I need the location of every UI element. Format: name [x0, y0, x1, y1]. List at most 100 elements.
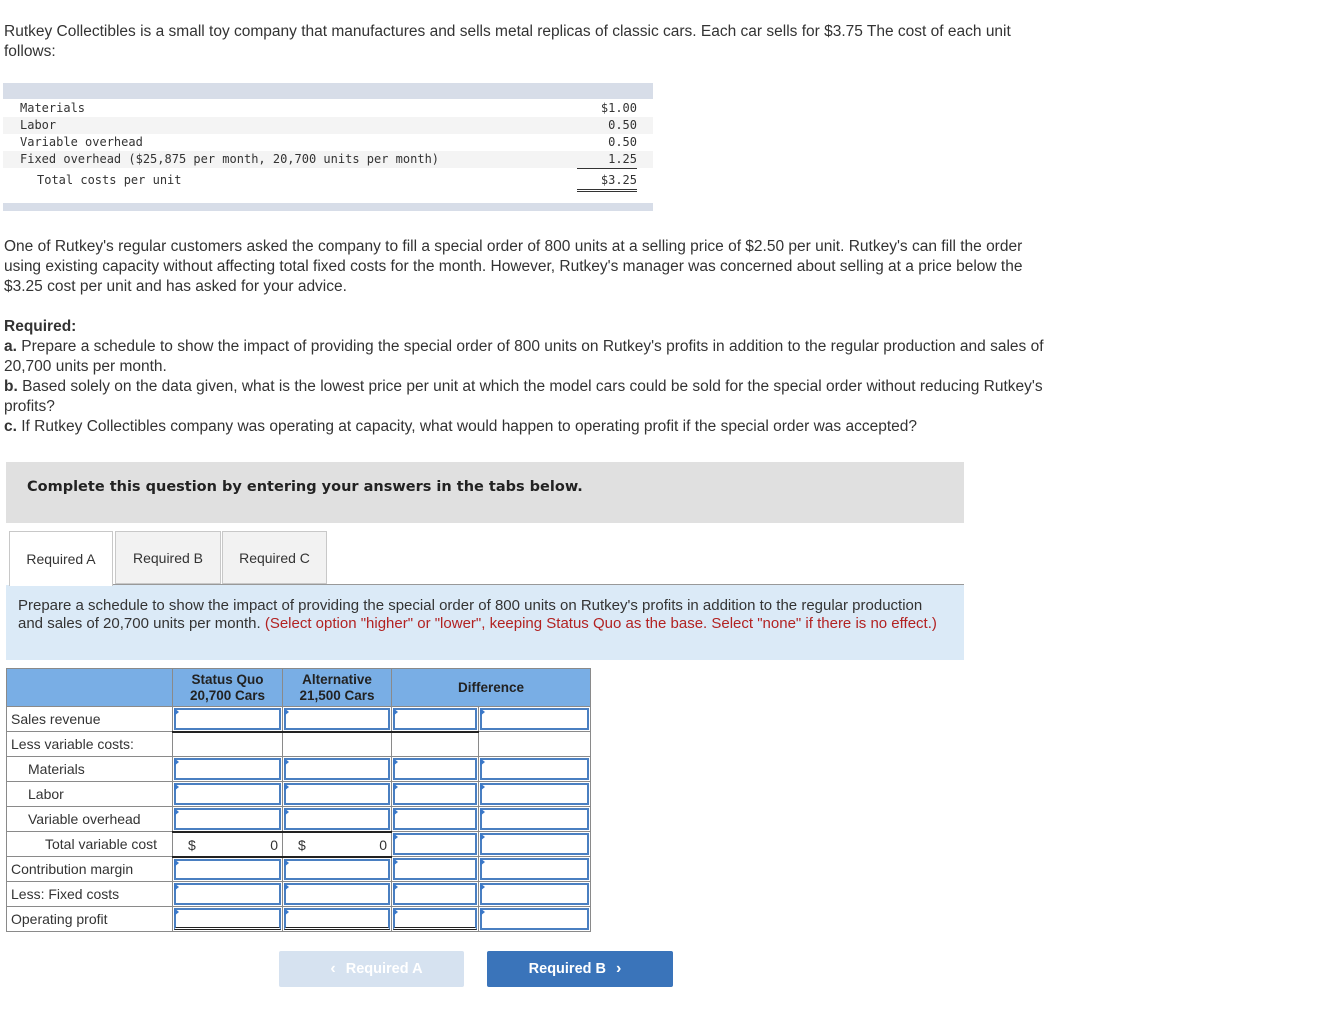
alternative-cell: [282, 906, 392, 932]
table-band-top: [3, 83, 653, 99]
prev-button-label: Required A: [345, 961, 423, 977]
cost-total-value: $3.25: [577, 172, 637, 192]
table-row: Operating profit: [6, 906, 591, 932]
difference-amount-input[interactable]: [393, 808, 477, 830]
difference-amount-input[interactable]: [393, 908, 477, 930]
alternative-input[interactable]: [284, 758, 390, 780]
difference-amount-cell: [391, 806, 479, 832]
difference-select-cell: [478, 781, 591, 807]
prev-required-a-button[interactable]: ‹ Required A: [279, 951, 464, 987]
intro-text: Rutkey Collectibles is a small toy compa…: [4, 23, 1011, 60]
status-quo-input[interactable]: [174, 808, 281, 830]
alternative-input[interactable]: [284, 908, 390, 930]
tab-label: Required C: [239, 549, 310, 566]
difference-select[interactable]: [480, 908, 589, 930]
alternative-input[interactable]: [284, 883, 390, 905]
row-label: Variable overhead: [6, 806, 173, 832]
alternative-cell: [282, 806, 392, 832]
alternative-cell: [282, 881, 392, 907]
header-text: 21,500 Cars: [299, 687, 375, 703]
row-label: Labor: [6, 781, 173, 807]
cost-label: Materials: [20, 101, 86, 115]
table-row: Materials: [6, 756, 591, 782]
row-label: Contribution margin: [6, 856, 173, 882]
status-quo-cell: [172, 856, 283, 882]
cost-total-label: Total costs per unit: [37, 173, 182, 187]
empty-cell: [391, 730, 479, 757]
difference-amount-cell: [391, 706, 479, 732]
difference-amount-input[interactable]: [393, 708, 477, 730]
row-label: Materials: [6, 756, 173, 782]
table-row: Total variable cost $ 0 $ 0: [6, 830, 591, 858]
difference-amount-cell: [391, 756, 479, 782]
difference-amount-cell: [391, 831, 479, 857]
difference-select[interactable]: [480, 883, 589, 905]
empty-cell: [282, 730, 392, 757]
status-quo-input[interactable]: [174, 708, 281, 730]
required-text: If Rutkey Collectibles company was opera…: [16, 418, 918, 435]
alternative-input[interactable]: [284, 808, 390, 830]
alternative-input[interactable]: [284, 708, 390, 730]
tab-required-b[interactable]: Required B: [115, 531, 221, 584]
required-letter: b.: [4, 378, 18, 395]
difference-select[interactable]: [480, 758, 589, 780]
difference-amount-input[interactable]: [393, 833, 477, 855]
difference-select[interactable]: [480, 808, 589, 830]
difference-amount-input[interactable]: [393, 883, 477, 905]
row-label: Less variable costs:: [6, 731, 173, 757]
status-quo-cell: [172, 706, 283, 732]
tab-label: Required A: [26, 551, 96, 567]
difference-select-cell: [478, 856, 591, 882]
required-section: Required: a. Prepare a schedule to show …: [4, 317, 1064, 437]
difference-amount-input[interactable]: [393, 783, 477, 805]
table-row: Less variable costs:: [6, 730, 591, 757]
status-quo-input[interactable]: [174, 858, 281, 880]
status-quo-input[interactable]: [174, 758, 281, 780]
table-row: Contribution margin: [6, 856, 591, 882]
chevron-left-icon: ‹: [330, 960, 336, 977]
cost-value: 0.50: [608, 135, 637, 149]
status-quo-cell: [172, 881, 283, 907]
question-prompt: Prepare a schedule to show the impact of…: [6, 585, 964, 660]
unit-cost-table: Materials $1.00 Labor 0.50 Variable over…: [3, 83, 653, 211]
instruction-text: Complete this question by entering your …: [27, 479, 583, 495]
difference-amount-cell: [391, 856, 479, 882]
cost-value: 1.25: [577, 151, 637, 169]
alternative-cell: [282, 781, 392, 807]
difference-amount-cell: [391, 781, 479, 807]
next-required-b-button[interactable]: Required B ›: [487, 951, 673, 987]
status-quo-input[interactable]: [174, 883, 281, 905]
table-row: Less: Fixed costs: [6, 881, 591, 907]
chevron-right-icon: ›: [616, 960, 622, 977]
next-button-label: Required B: [528, 961, 606, 977]
alternative-input[interactable]: [284, 783, 390, 805]
currency-symbol: $: [298, 836, 306, 853]
required-item-b: b. Based solely on the data given, what …: [4, 377, 1064, 417]
header-text: Alternative: [302, 671, 372, 687]
required-text: Based solely on the data given, what is …: [4, 378, 1043, 415]
tab-required-c[interactable]: Required C: [222, 531, 327, 584]
alternative-total-cell: $ 0: [282, 830, 392, 858]
difference-select[interactable]: [480, 783, 589, 805]
cost-label: Variable overhead: [20, 135, 143, 149]
header-row: Status Quo 20,700 Cars Alternative 21,500 …: [6, 668, 591, 707]
empty-cell: [172, 730, 283, 757]
row-label: Less: Fixed costs: [6, 881, 173, 907]
table-row: Variable overhead: [6, 806, 591, 832]
alternative-input[interactable]: [284, 858, 390, 880]
tab-required-a[interactable]: Required A: [9, 531, 113, 586]
difference-select-cell: [478, 756, 591, 782]
status-quo-input[interactable]: [174, 908, 281, 930]
status-quo-input[interactable]: [174, 783, 281, 805]
status-quo-cell: [172, 781, 283, 807]
difference-amount-input[interactable]: [393, 858, 477, 880]
difference-select[interactable]: [480, 858, 589, 880]
currency-symbol: $: [188, 836, 196, 853]
difference-amount-input[interactable]: [393, 758, 477, 780]
difference-select[interactable]: [480, 833, 589, 855]
difference-select-cell: [478, 806, 591, 832]
cost-row-variable-overhead: Variable overhead 0.50: [3, 134, 653, 151]
tab-label: Required B: [132, 549, 204, 566]
alternative-cell: [282, 706, 392, 732]
difference-select[interactable]: [480, 708, 589, 730]
